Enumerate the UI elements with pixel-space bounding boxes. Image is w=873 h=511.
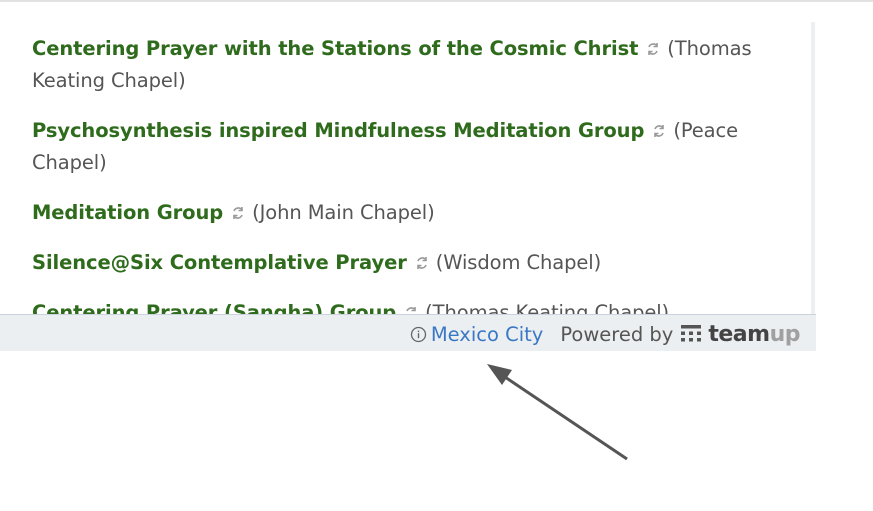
event-location: (Thomas Keating Chapel) <box>425 301 670 315</box>
info-icon[interactable] <box>410 326 427 343</box>
event-item: Silence@Six Contemplative Prayer (Wisdom … <box>32 247 777 279</box>
teamup-brand-part2: up <box>769 321 801 347</box>
repeat-icon <box>648 43 659 55</box>
teamup-logo-link[interactable]: team up <box>681 321 801 347</box>
timezone-link[interactable]: Mexico City <box>431 323 544 346</box>
teamup-brand-part1: team <box>708 321 770 347</box>
powered-by-label: Powered by <box>560 322 674 346</box>
event-item: Centering Prayer (Sangha) Group (Thomas K… <box>32 297 777 315</box>
scroll-track[interactable] <box>811 22 815 315</box>
calendar-footer: Mexico City Powered by team up <box>0 314 816 351</box>
top-divider <box>0 0 873 2</box>
repeat-icon <box>233 207 243 219</box>
event-item: Meditation Group (John Main Chapel) <box>32 197 777 229</box>
teamup-logo-icon <box>681 325 702 342</box>
event-item: Centering Prayer with the Stations of th… <box>32 33 777 97</box>
event-title-link[interactable]: Centering Prayer with the Stations of th… <box>32 37 638 60</box>
event-location: (Wisdom Chapel) <box>435 251 602 274</box>
repeat-icon <box>416 257 427 269</box>
event-title-link[interactable]: Silence@Six Contemplative Prayer <box>32 251 407 274</box>
event-title-link[interactable]: Centering Prayer (Sangha) Group <box>32 301 396 315</box>
event-list-panel[interactable]: Centering Prayer with the Stations of th… <box>0 22 816 315</box>
event-location: (John Main Chapel) <box>252 201 435 224</box>
event-title-link[interactable]: Psychosynthesis inspired Mindfulness Med… <box>32 119 644 142</box>
repeat-icon <box>654 125 665 137</box>
footer-content: Mexico City Powered by team up <box>410 320 801 348</box>
event-title-link[interactable]: Meditation Group <box>32 201 223 224</box>
event-item: Psychosynthesis inspired Mindfulness Med… <box>32 115 777 179</box>
event-list: Centering Prayer with the Stations of th… <box>32 33 777 315</box>
